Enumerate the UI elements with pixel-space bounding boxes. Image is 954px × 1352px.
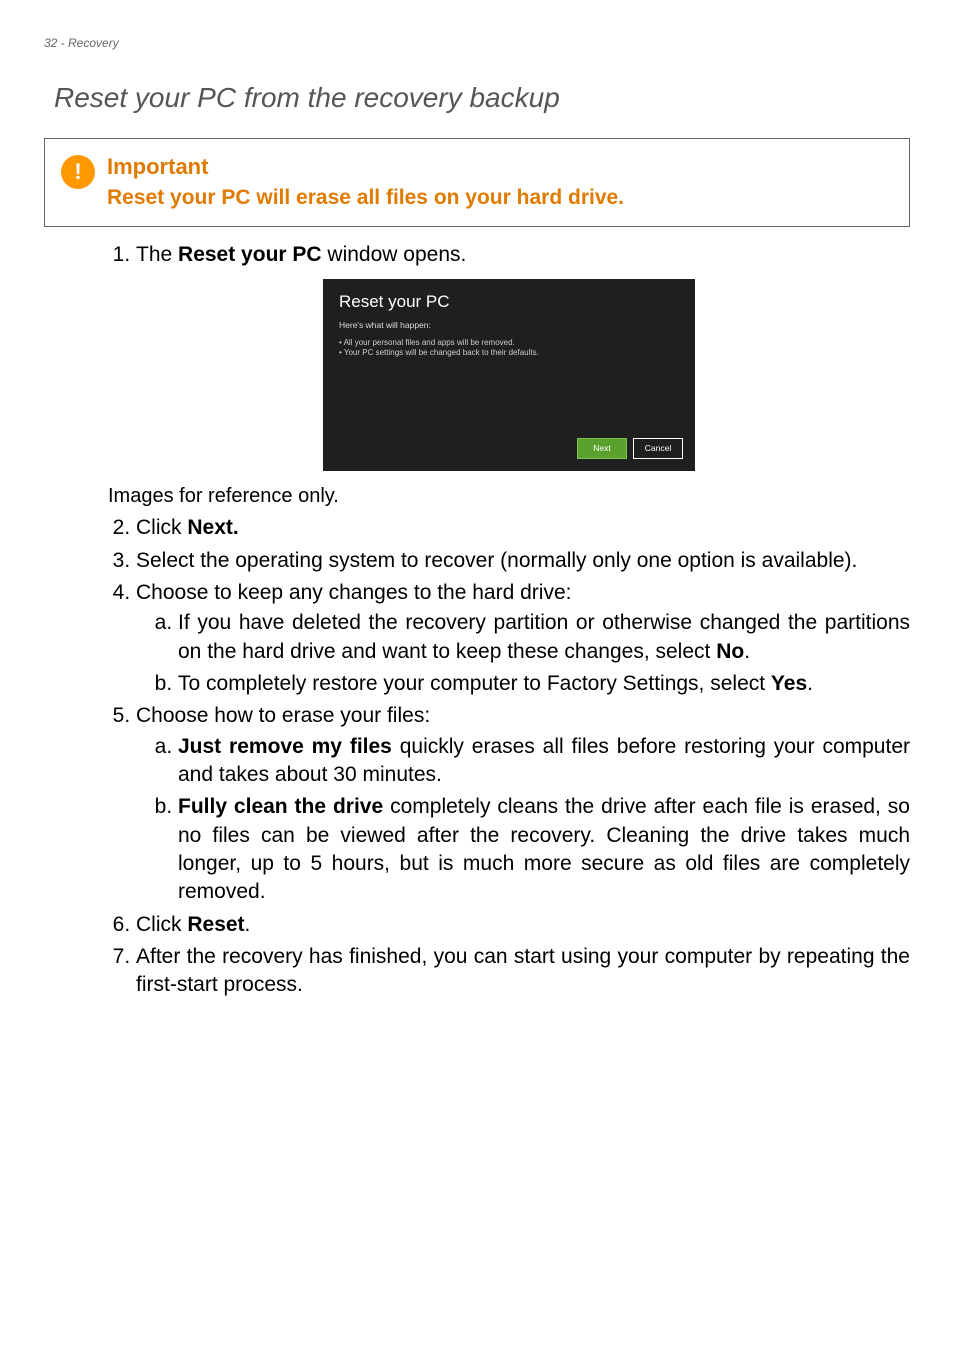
step-5-sublist: Just remove my files quickly erases all …	[136, 733, 910, 907]
step-2: Click Next.	[136, 514, 910, 542]
dialog-title: Reset your PC	[339, 291, 681, 314]
dialog-bullet: • Your PC settings will be changed back …	[339, 348, 681, 359]
step-text: .	[807, 672, 813, 695]
important-callout: ! Important Reset your PC will erase all…	[44, 138, 910, 227]
content: The Reset your PC window opens. Reset yo…	[44, 241, 910, 1000]
section-title: Reset your PC from the recovery backup	[54, 82, 910, 114]
step-bold: Reset	[187, 913, 244, 936]
main-steps-list: The Reset your PC window opens.	[108, 241, 910, 269]
step-text: .	[245, 913, 251, 936]
step-text: If you have deleted the recovery partiti…	[178, 611, 910, 662]
step-text: Choose how to erase your files:	[136, 704, 430, 727]
step-bold: Fully clean the drive	[178, 795, 383, 818]
figure-wrap: Reset your PC Here's what will happen: •…	[108, 279, 910, 471]
cancel-button[interactable]: Cancel	[633, 438, 683, 459]
next-button[interactable]: Next	[577, 438, 627, 459]
step-text: Click	[136, 516, 187, 539]
step-4-sublist: If you have deleted the recovery partiti…	[136, 609, 910, 698]
step-bold: No	[716, 640, 744, 663]
step-text: Choose to keep any changes to the hard d…	[136, 581, 571, 604]
page-header: 32 - Recovery	[44, 36, 910, 50]
step-3: Select the operating system to recover (…	[136, 547, 910, 575]
step-text: To completely restore your computer to F…	[178, 672, 771, 695]
step-text: The	[136, 243, 178, 266]
step-text: Click	[136, 913, 187, 936]
step-6: Click Reset.	[136, 911, 910, 939]
step-bold: Reset your PC	[178, 243, 322, 266]
step-4b: To completely restore your computer to F…	[178, 670, 910, 698]
dialog-buttons: Next Cancel	[577, 438, 683, 459]
step-7: After the recovery has finished, you can…	[136, 943, 910, 1000]
reset-pc-dialog: Reset your PC Here's what will happen: •…	[323, 279, 695, 471]
step-bold: Yes	[771, 672, 807, 695]
main-steps-list-cont: Click Next. Select the operating system …	[108, 514, 910, 1000]
step-4a: If you have deleted the recovery partiti…	[178, 609, 910, 666]
images-reference-note: Images for reference only.	[108, 483, 910, 510]
step-text: After the recovery has finished, you can…	[136, 945, 910, 996]
step-bold: Just remove my files	[178, 735, 392, 758]
dialog-bullet: • All your personal files and apps will …	[339, 338, 681, 349]
step-4: Choose to keep any changes to the hard d…	[136, 579, 910, 698]
step-5a: Just remove my files quickly erases all …	[178, 733, 910, 790]
dialog-subtitle: Here's what will happen:	[339, 320, 681, 331]
step-text: Select the operating system to recover (…	[136, 549, 857, 572]
warning-icon: !	[61, 155, 95, 189]
document-page: 32 - Recovery Reset your PC from the rec…	[0, 0, 954, 1352]
step-1: The Reset your PC window opens.	[136, 241, 910, 269]
callout-title: Important	[107, 153, 893, 182]
callout-text: Important Reset your PC will erase all f…	[107, 153, 893, 212]
step-5b: Fully clean the drive completely cleans …	[178, 793, 910, 906]
dialog-bullets: • All your personal files and apps will …	[339, 338, 681, 360]
step-bold: Next.	[187, 516, 238, 539]
step-5: Choose how to erase your files: Just rem…	[136, 702, 910, 906]
step-text: window opens.	[322, 243, 467, 266]
step-text: .	[744, 640, 750, 663]
callout-body: Reset your PC will erase all files on yo…	[107, 184, 893, 212]
